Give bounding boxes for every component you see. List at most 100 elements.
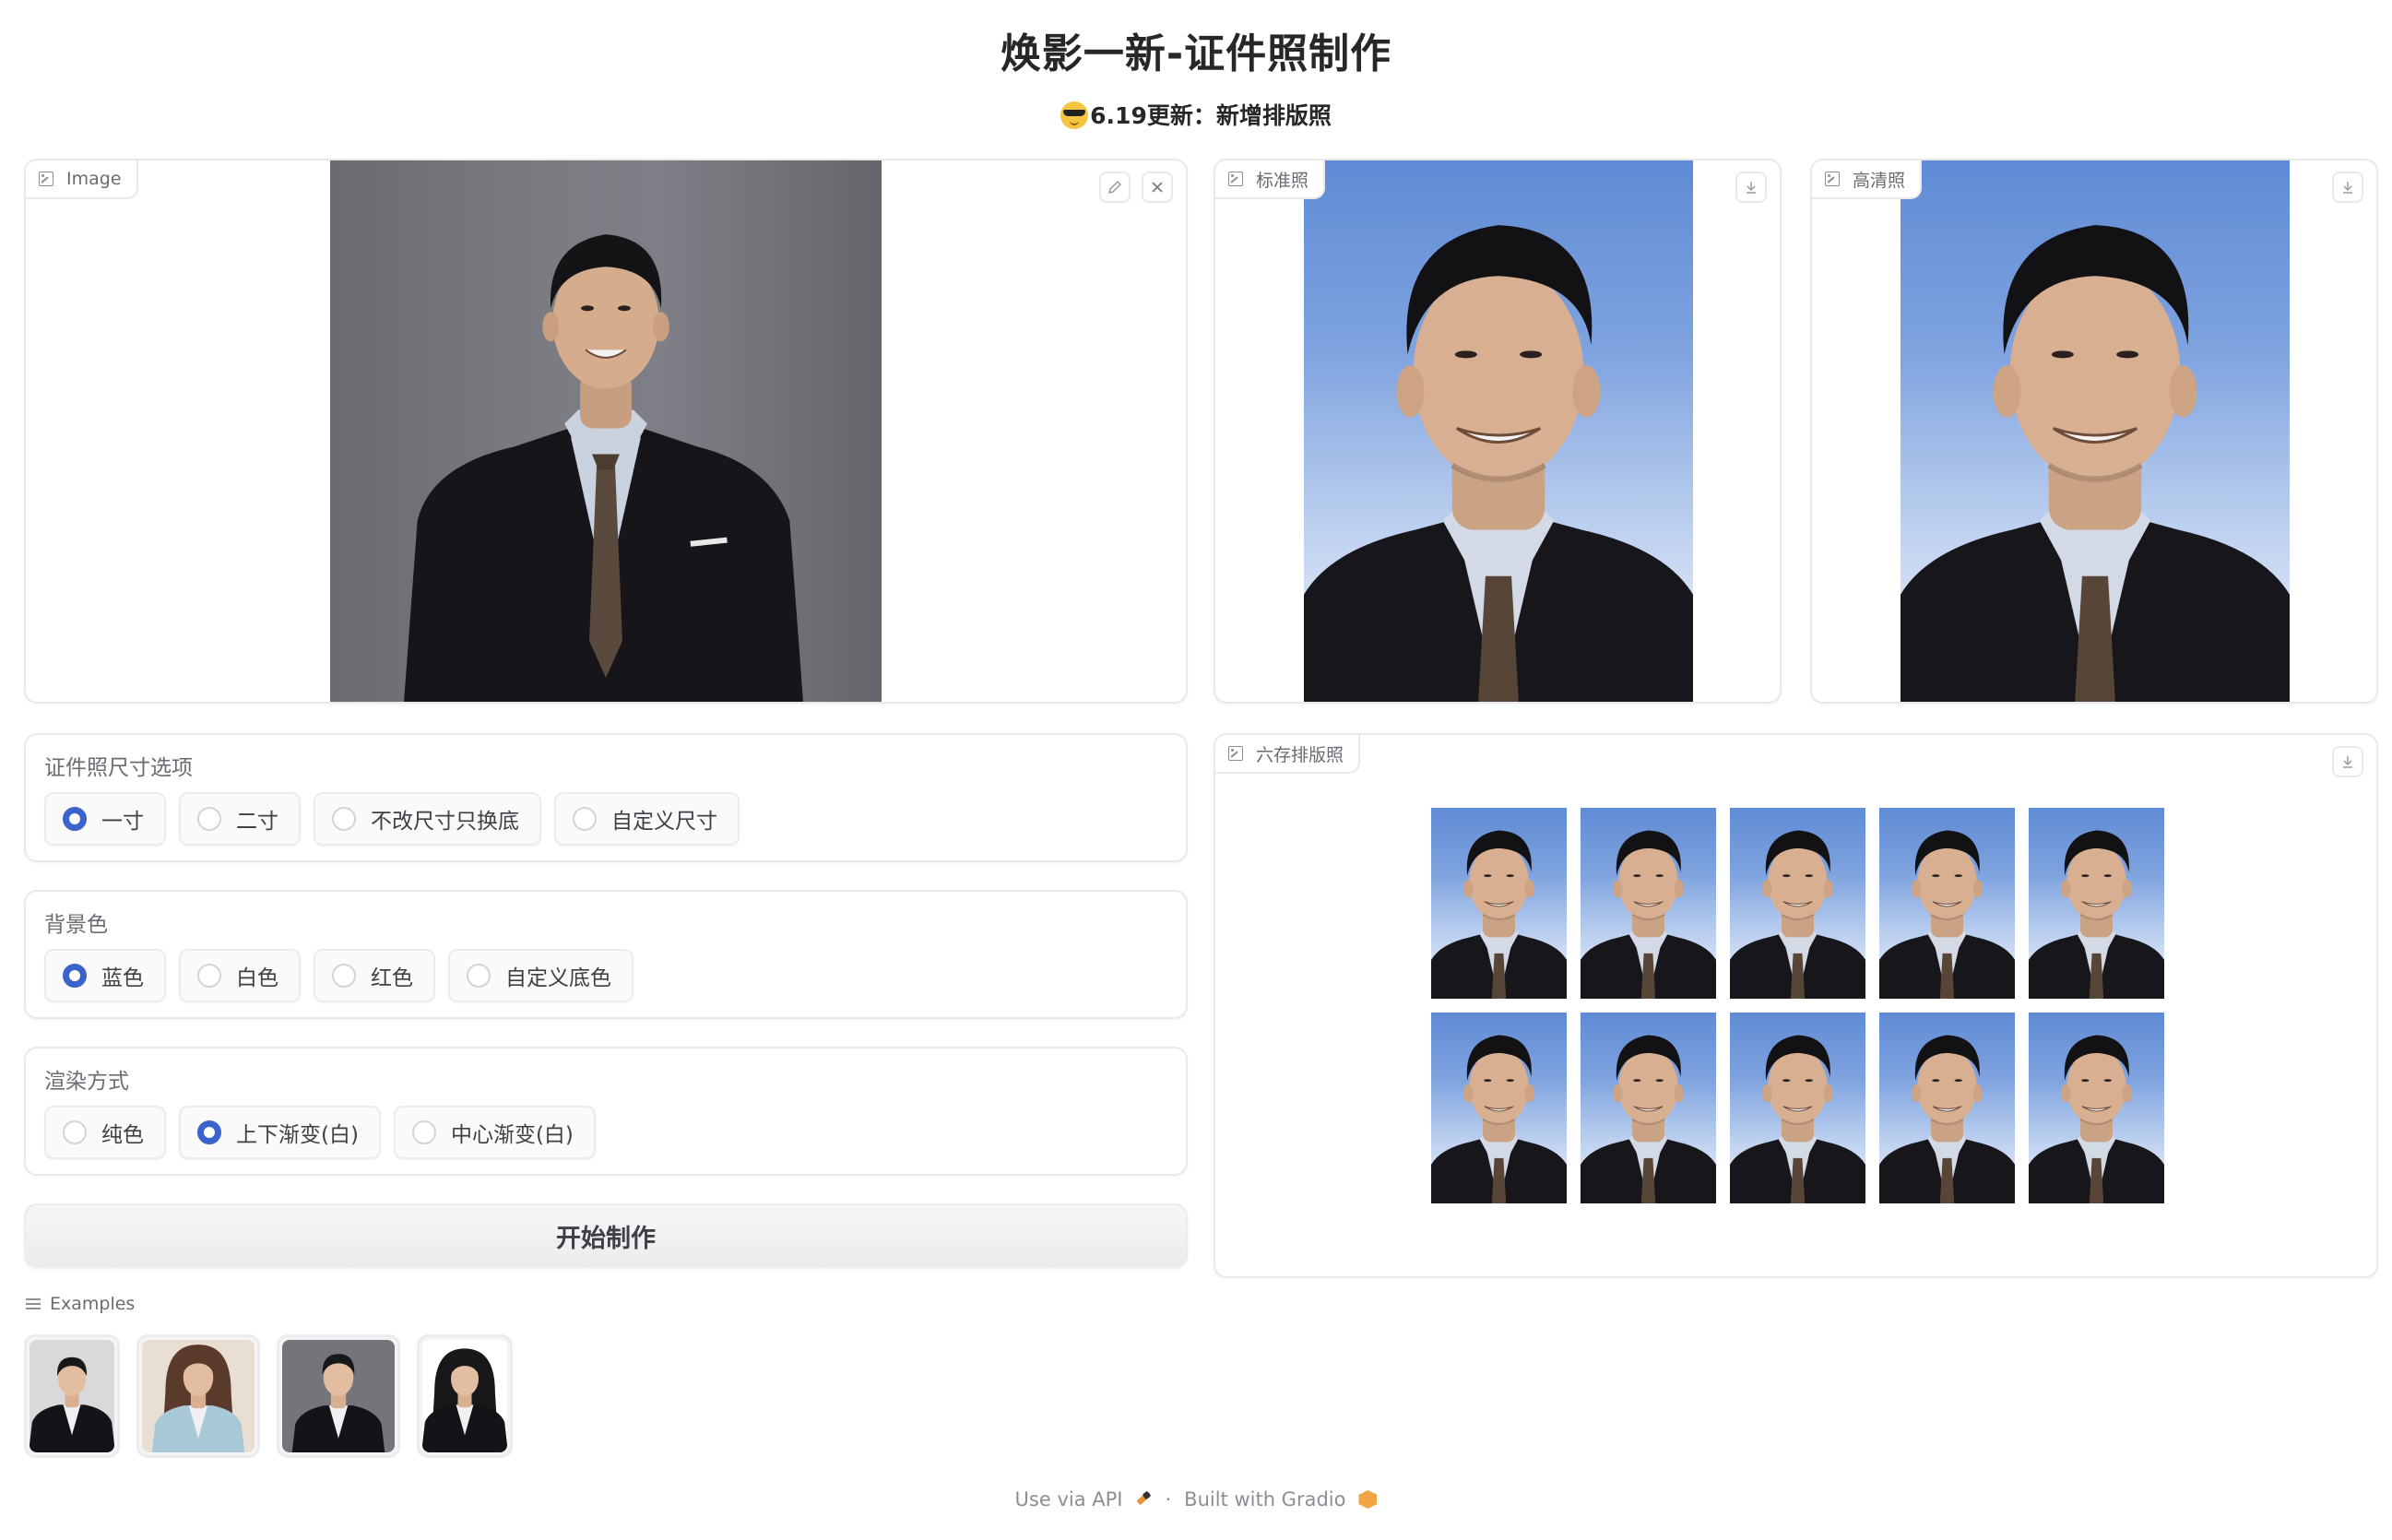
render-mode-option[interactable]: 纯色 — [44, 1106, 166, 1159]
size-options-label: 证件照尺寸选项 — [44, 756, 193, 780]
layout-photo-cell — [1879, 1013, 2015, 1203]
example-man-gray-bg[interactable] — [277, 1334, 400, 1458]
start-button[interactable]: 开始制作 — [24, 1203, 1188, 1268]
radio-unchecked-icon[interactable] — [63, 1120, 87, 1144]
render-mode-group: 渲染方式 纯色 上下渐变(白) 中心渐变(白) — [24, 1047, 1188, 1176]
bg-color-row: 蓝色 白色 红色 自定义底色 — [44, 949, 634, 1002]
input-photo — [330, 160, 882, 702]
id-photo-figure — [1879, 1035, 2015, 1203]
radio-unchecked-icon[interactable] — [332, 807, 356, 831]
image-icon — [1825, 172, 1840, 186]
example-figure — [151, 1345, 245, 1452]
list-icon — [26, 1297, 41, 1310]
footer-separator: · — [1165, 1488, 1172, 1510]
render-mode-option[interactable]: 上下渐变(白) — [179, 1106, 381, 1159]
id-photo-figure — [1730, 1035, 1865, 1203]
bg-color-option[interactable]: 蓝色 — [44, 949, 166, 1002]
image-icon — [1228, 746, 1243, 761]
bg-color-label: 背景色 — [44, 913, 108, 937]
radio-unchecked-icon[interactable] — [197, 964, 221, 988]
examples-label-text: Examples — [50, 1294, 136, 1314]
input-image-panel[interactable]: Image — [24, 159, 1188, 704]
option-label: 上下渐变(白) — [236, 1123, 359, 1147]
download-hd-button[interactable] — [2332, 172, 2363, 203]
input-image-label: Image — [26, 160, 138, 199]
download-standard-button[interactable] — [1735, 172, 1767, 203]
download-icon — [2343, 182, 2352, 194]
radio-unchecked-icon[interactable] — [411, 1120, 436, 1144]
layout-photo-cell — [1879, 808, 2015, 999]
layout-photo-cell — [1431, 808, 1567, 999]
hd-photo — [1901, 160, 2290, 702]
update-note-text: 6.19更新：新增排版照 — [1090, 102, 1332, 129]
size-options-option[interactable]: 自定义尺寸 — [554, 792, 740, 846]
size-options-row: 一寸 二寸 不改尺寸只换底 自定义尺寸 — [44, 792, 740, 846]
id-photo-figure — [1901, 225, 2290, 702]
id-photo-figure — [1431, 1035, 1567, 1203]
layout-photo-panel: 六存排版照 — [1214, 733, 2378, 1278]
radio-unchecked-icon[interactable] — [197, 807, 221, 831]
option-label: 二寸 — [236, 810, 278, 834]
layout-photo-cell — [1730, 1013, 1865, 1203]
gradio-logo-icon — [1358, 1490, 1378, 1509]
footer: Use via API · Built with Gradio — [0, 1488, 2392, 1510]
edit-button[interactable] — [1099, 172, 1131, 203]
layout-photo-cell — [1581, 808, 1716, 999]
download-layout-button[interactable] — [2332, 746, 2363, 777]
layout-photo-cell — [1730, 808, 1865, 999]
id-photo-figure — [1879, 830, 2015, 999]
download-icon — [2343, 756, 2352, 768]
hd-photo-panel: 高清照 — [1810, 159, 2378, 704]
hd-photo-label-text: 高清照 — [1853, 170, 1906, 191]
examples-gallery — [24, 1334, 513, 1458]
bg-color-option[interactable]: 红色 — [314, 949, 435, 1002]
size-options-option[interactable]: 一寸 — [44, 792, 166, 846]
example-thumbnail — [142, 1340, 255, 1452]
radio-checked-icon[interactable] — [63, 964, 87, 988]
id-photo-figure — [1431, 830, 1567, 999]
layout-photo-label: 六存排版照 — [1215, 735, 1361, 774]
size-options-option[interactable]: 不改尺寸只换底 — [314, 792, 541, 846]
option-label: 中心渐变(白) — [450, 1123, 574, 1147]
size-options-option[interactable]: 二寸 — [179, 792, 301, 846]
bg-color-option[interactable]: 自定义底色 — [448, 949, 634, 1002]
render-mode-option[interactable]: 中心渐变(白) — [393, 1106, 596, 1159]
render-mode-label: 渲染方式 — [44, 1070, 129, 1094]
option-label: 不改尺寸只换底 — [371, 810, 519, 834]
id-photo-figure — [2029, 1035, 2164, 1203]
radio-checked-icon[interactable] — [63, 807, 87, 831]
example-figure — [422, 1348, 507, 1452]
example-thumbnail — [30, 1340, 114, 1452]
standard-photo-label-text: 标准照 — [1256, 170, 1309, 191]
clear-button[interactable] — [1142, 172, 1173, 203]
option-label: 自定义尺寸 — [611, 810, 717, 834]
layout-photo-cell — [1431, 1013, 1567, 1203]
radio-unchecked-icon[interactable] — [332, 964, 356, 988]
bg-color-option[interactable]: 白色 — [179, 949, 301, 1002]
bg-color-group: 背景色 蓝色 白色 红色 自定义底色 — [24, 890, 1188, 1019]
radio-unchecked-icon[interactable] — [573, 807, 597, 831]
option-label: 纯色 — [101, 1123, 144, 1147]
layout-photo-cell — [1581, 1013, 1716, 1203]
image-icon — [39, 172, 53, 186]
person-figure — [404, 234, 803, 702]
hd-photo-label: 高清照 — [1812, 160, 1923, 199]
id-photo-figure — [1581, 830, 1716, 999]
example-woman-black[interactable] — [417, 1334, 513, 1458]
example-man-navy-suit[interactable] — [24, 1334, 120, 1458]
option-label: 蓝色 — [101, 966, 144, 990]
use-api-link[interactable]: Use via API — [1015, 1488, 1123, 1510]
option-label: 自定义底色 — [505, 966, 611, 990]
radio-unchecked-icon[interactable] — [467, 964, 491, 988]
examples-label: Examples — [26, 1294, 135, 1314]
example-woman-light-blue[interactable] — [136, 1334, 260, 1458]
option-label: 白色 — [236, 966, 278, 990]
built-with-gradio-link[interactable]: Built with Gradio — [1184, 1488, 1345, 1510]
standard-photo — [1304, 160, 1693, 702]
standard-photo-panel: 标准照 — [1214, 159, 1782, 704]
id-photo-figure — [2029, 830, 2164, 999]
download-icon — [1747, 182, 1756, 194]
rocket-icon — [1135, 1491, 1152, 1508]
example-figure — [30, 1356, 114, 1452]
radio-checked-icon[interactable] — [197, 1120, 221, 1144]
